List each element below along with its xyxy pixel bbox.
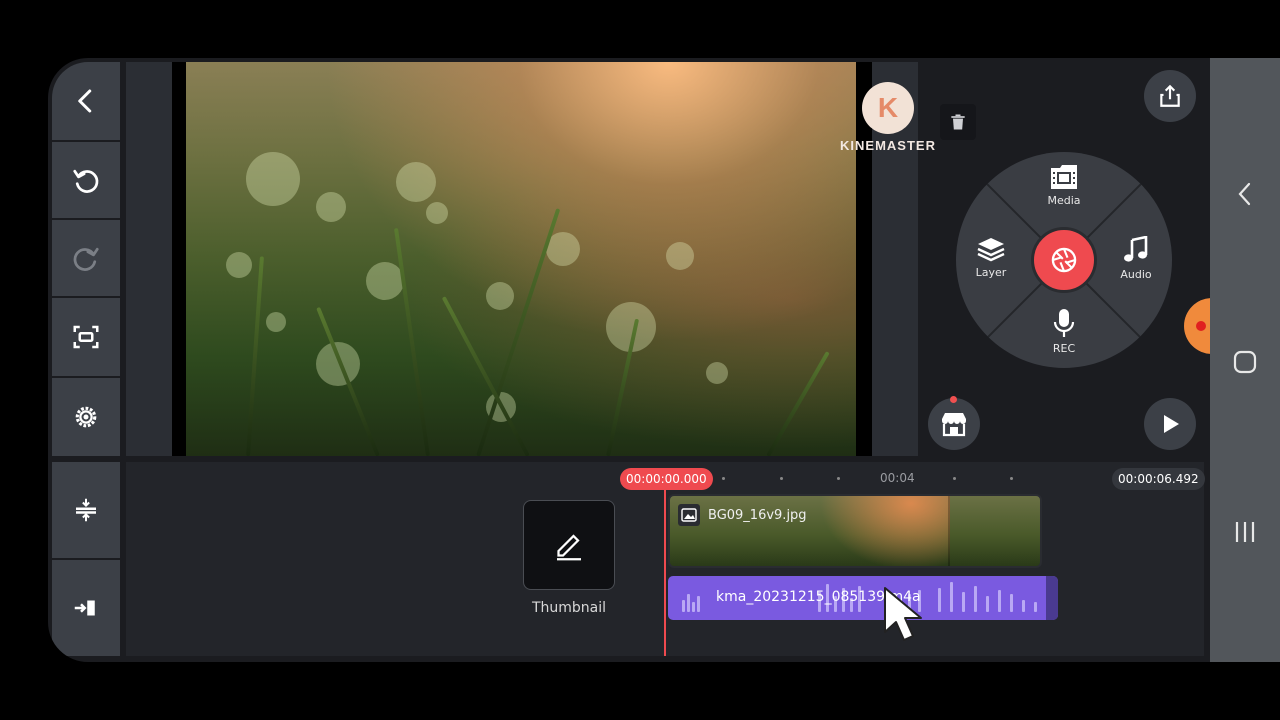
layers-icon — [977, 238, 1005, 262]
preview-image — [186, 62, 856, 456]
media-button[interactable]: Media — [1029, 164, 1099, 207]
gear-icon — [75, 406, 97, 428]
video-clip-name: BG09_16v9.jpg — [708, 508, 807, 523]
media-label: Media — [1047, 194, 1081, 207]
store-notification-dot — [950, 396, 957, 403]
settings-button[interactable] — [52, 378, 120, 456]
chevron-left-icon — [78, 89, 92, 113]
trash-icon — [951, 114, 965, 130]
music-note-icon — [1124, 236, 1148, 262]
watermark-text: KINEMASTER — [840, 138, 936, 153]
asset-store-icon — [942, 413, 966, 437]
system-home-button[interactable] — [1210, 348, 1280, 376]
jump-button[interactable] — [52, 560, 120, 656]
back-button[interactable] — [52, 62, 120, 140]
play-icon — [1164, 415, 1179, 433]
watermark: K KINEMASTER — [840, 82, 936, 153]
thumbnail-label: Thumbnail — [531, 600, 607, 616]
media-wheel: Media Layer Audio REC — [956, 152, 1172, 368]
nav-home-icon — [1233, 350, 1257, 374]
video-clip[interactable]: BG09_16v9.jpg — [668, 494, 1042, 568]
current-time: 00:00:00.000 — [620, 468, 713, 490]
timeline-expand-button[interactable] — [52, 462, 120, 558]
audio-button[interactable]: Audio — [1101, 236, 1171, 281]
undo-button[interactable] — [52, 142, 120, 218]
capture-frame-icon — [73, 325, 99, 349]
audio-label: Audio — [1120, 268, 1152, 281]
audio-clip[interactable]: kma_20231215_085139.m4a — [668, 576, 1058, 620]
image-icon — [678, 504, 700, 526]
layer-button[interactable]: Layer — [956, 236, 1026, 279]
jump-to-end-icon — [74, 600, 95, 616]
redo-icon — [73, 247, 99, 271]
app-frame: K KINEMASTER Media Layer Audio REC 00:00… — [48, 58, 1210, 662]
rec-label: REC — [1052, 342, 1076, 355]
undo-icon — [73, 169, 99, 193]
total-time: 00:00:06.492 — [1112, 468, 1205, 490]
camera-shutter-icon — [1051, 247, 1077, 273]
kinemaster-logo: K — [862, 82, 914, 134]
timeline[interactable]: 00:00:00.000 00:04 00:00:06.492 Thumbnai… — [126, 462, 1205, 656]
share-icon — [1160, 84, 1180, 107]
share-button[interactable] — [1144, 70, 1196, 122]
play-button[interactable] — [1144, 398, 1196, 450]
layer-label: Layer — [975, 266, 1007, 279]
redo-button[interactable] — [52, 220, 120, 296]
time-marker: 00:04 — [880, 471, 915, 485]
rec-button[interactable]: REC — [1029, 308, 1099, 355]
preview-area[interactable]: K KINEMASTER — [126, 62, 976, 456]
delete-watermark-button[interactable] — [940, 104, 976, 140]
mouse-cursor-icon — [884, 587, 922, 641]
asset-store-button[interactable] — [928, 396, 980, 450]
capture-button[interactable] — [52, 298, 120, 376]
system-navigation-bar — [1210, 58, 1280, 662]
nav-recents-icon — [1235, 522, 1255, 542]
expand-vertical-icon — [76, 498, 96, 522]
nav-back-icon — [1238, 182, 1251, 206]
system-recents-button[interactable] — [1210, 518, 1280, 546]
thumbnail-button[interactable] — [523, 500, 615, 590]
floating-record-bubble[interactable] — [1184, 298, 1210, 354]
film-icon — [1051, 165, 1077, 189]
playhead[interactable] — [664, 488, 666, 656]
microphone-icon — [1053, 309, 1075, 337]
pencil-icon — [557, 534, 581, 561]
capture-button-center[interactable] — [1031, 227, 1097, 293]
system-back-button[interactable] — [1210, 180, 1280, 208]
